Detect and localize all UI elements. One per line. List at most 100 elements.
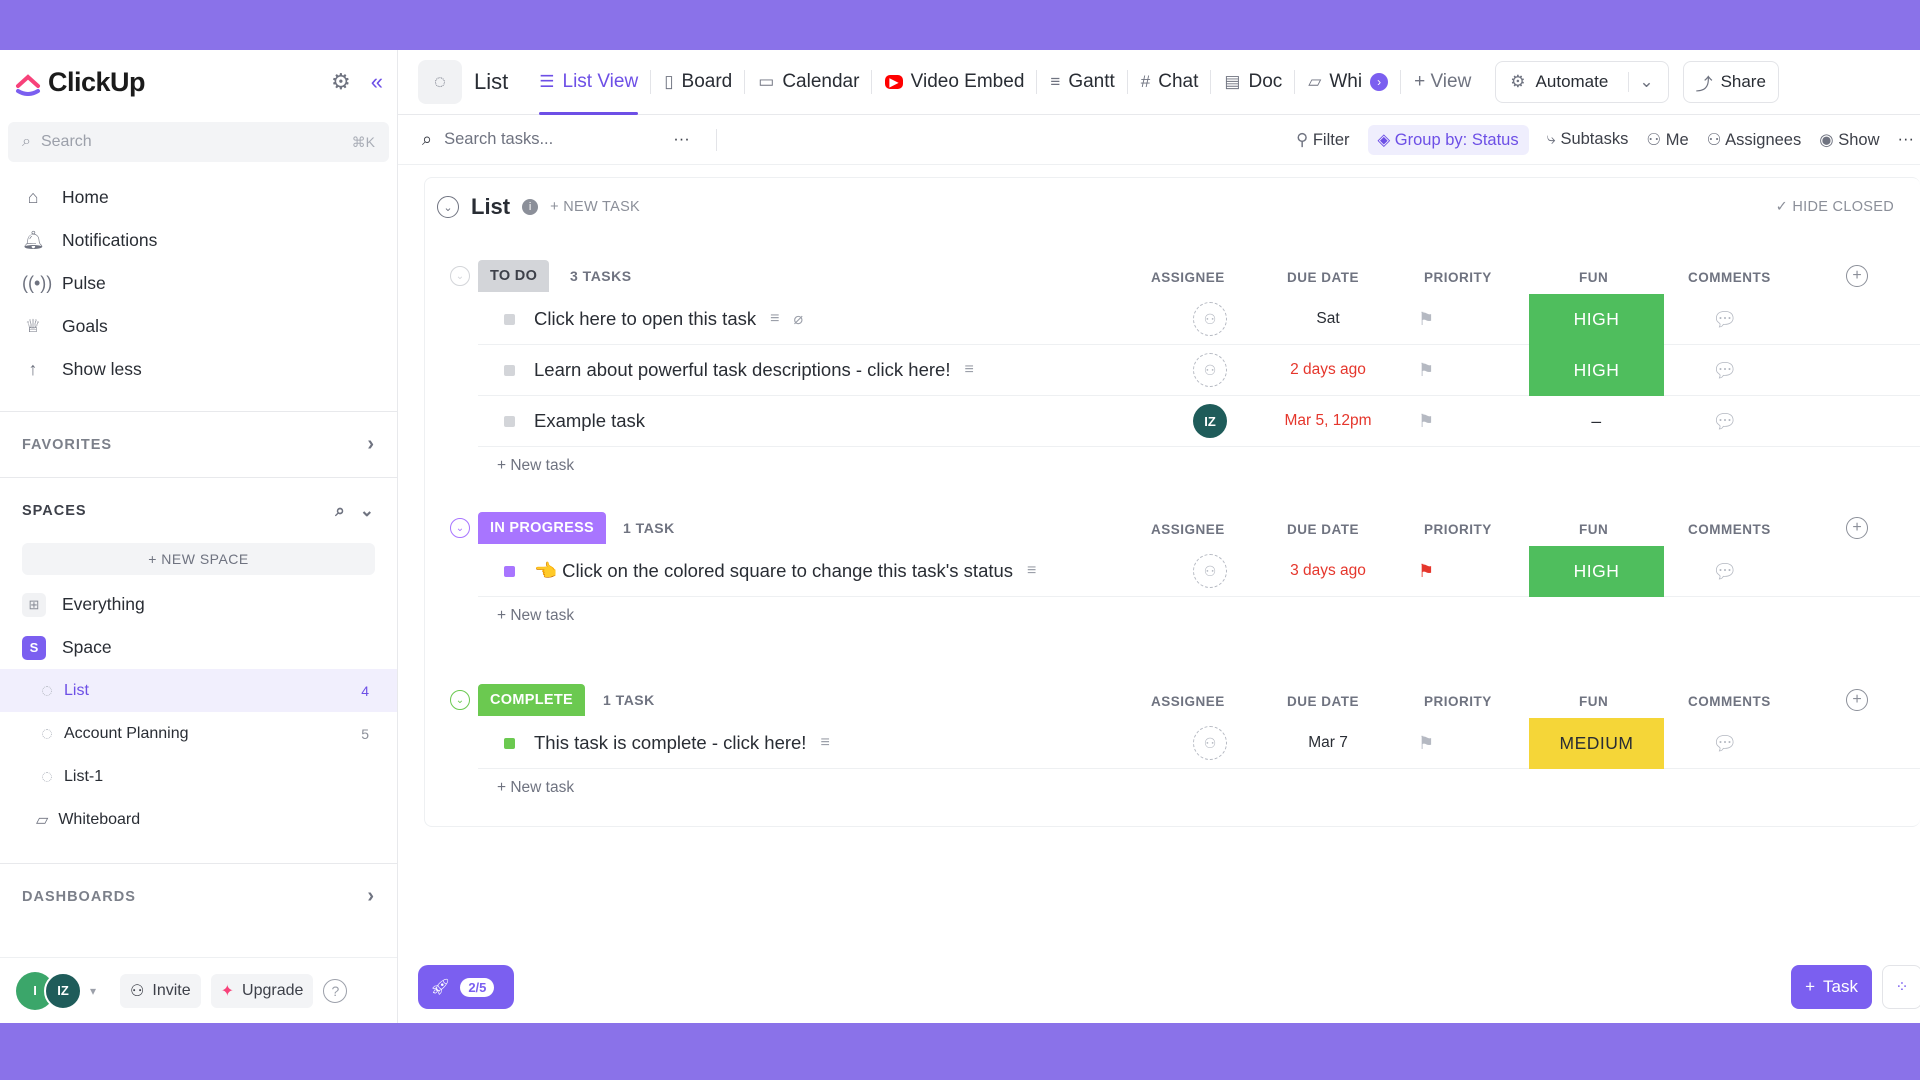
sidebar-search[interactable]: ⌕ Search ⌘K (8, 122, 389, 162)
table-row[interactable]: 👈 Click on the colored square to change … (478, 545, 1920, 597)
due-date[interactable]: 3 days ago (1268, 562, 1388, 580)
fun-field[interactable]: HIGH (1529, 545, 1664, 597)
fun-field[interactable]: MEDIUM (1529, 717, 1664, 769)
table-row[interactable]: Click here to open this task ≡ ⌀ ⚇ Sat ⚑ H… (478, 293, 1920, 345)
status-square[interactable] (504, 364, 515, 376)
status-badge[interactable]: IN PROGRESS (478, 512, 607, 544)
table-row[interactable]: Example task IZ Mar 5, 12pm ⚑ – 💬︎ (478, 396, 1920, 447)
add-assignee-icon[interactable]: ⚇ (1193, 554, 1227, 588)
add-column-icon[interactable]: + (1846, 517, 1868, 539)
filter-button[interactable]: ⚲ Filter (1296, 130, 1349, 150)
tab-video-embed[interactable]: ▶ Video Embed (872, 50, 1036, 115)
column-priority[interactable]: PRIORITY (1424, 270, 1492, 285)
task-name[interactable]: Example task (534, 410, 645, 432)
add-view-button[interactable]: + View (1401, 50, 1483, 115)
column-comments[interactable]: COMMENTS (1688, 522, 1771, 537)
sidebar-item-account-planning[interactable]: Account Planning 5 (0, 712, 397, 755)
share-button[interactable]: ⤴ Share (1682, 61, 1779, 103)
search-icon[interactable]: ⌕ (335, 501, 346, 521)
tab-gantt[interactable]: ≡ Gantt (1037, 50, 1126, 115)
new-task-row[interactable]: + New task (425, 447, 1920, 485)
collapse-icon[interactable]: ⌄ (437, 196, 459, 218)
column-fun[interactable]: FUN (1579, 270, 1608, 285)
status-square[interactable] (504, 313, 515, 325)
chevron-down-icon[interactable]: ⌄ (1628, 72, 1654, 92)
column-due-date[interactable]: DUE DATE (1287, 522, 1359, 537)
flag-icon[interactable]: ⚑ (1418, 309, 1434, 330)
new-task-row[interactable]: + New task (425, 769, 1920, 807)
collapse-icon[interactable]: ⌄ (450, 690, 470, 710)
flag-icon[interactable]: ⚑ (1418, 411, 1434, 432)
comment-icon[interactable]: 💬︎ (1712, 559, 1737, 584)
chevron-down-icon[interactable]: ⌄ (360, 501, 375, 521)
tab-whiteboard[interactable]: ▱ Whi › (1295, 50, 1400, 115)
nav-notifications[interactable]: 🔔︎ Notifications (0, 219, 397, 262)
new-task-button[interactable]: + NEW TASK (550, 199, 640, 215)
avatar[interactable]: IZ (1193, 404, 1227, 438)
fun-field[interactable]: – (1529, 396, 1664, 447)
assignees-button[interactable]: ⚇ Assignees (1707, 130, 1802, 150)
nav-home[interactable]: ⌂ Home (0, 176, 397, 219)
task-name[interactable]: Learn about powerful task descriptions -… (534, 359, 950, 381)
due-date[interactable]: Mar 7 (1268, 734, 1388, 752)
column-comments[interactable]: COMMENTS (1688, 694, 1771, 709)
column-due-date[interactable]: DUE DATE (1287, 270, 1359, 285)
sidebar-item-everything[interactable]: ⊞ Everything (0, 583, 397, 626)
more-tabs-icon[interactable]: › (1370, 73, 1389, 91)
dashboards-section[interactable]: DASHBOARDS › (0, 863, 397, 929)
column-priority[interactable]: PRIORITY (1424, 694, 1492, 709)
collapse-sidebar-icon[interactable]: « (371, 69, 383, 95)
tab-doc[interactable]: ▤ Doc (1211, 50, 1294, 115)
comment-icon[interactable]: 💬︎ (1712, 409, 1737, 434)
status-badge[interactable]: COMPLETE (478, 684, 585, 716)
tab-board[interactable]: ▯ Board (651, 50, 744, 115)
comment-icon[interactable]: 💬︎ (1712, 358, 1737, 383)
invite-button[interactable]: ⚇ Invite (120, 973, 201, 1008)
column-assignee[interactable]: ASSIGNEE (1151, 522, 1225, 537)
column-comments[interactable]: COMMENTS (1688, 270, 1771, 285)
upgrade-button[interactable]: ✦ Upgrade (210, 973, 314, 1008)
me-button[interactable]: ⚇ Me (1646, 130, 1688, 150)
list-header[interactable]: ◌ List (418, 60, 508, 104)
status-square[interactable] (504, 737, 515, 749)
fun-field[interactable]: HIGH (1529, 293, 1664, 345)
sidebar-item-list[interactable]: List 4 (0, 669, 397, 712)
status-square[interactable] (504, 565, 515, 577)
column-due-date[interactable]: DUE DATE (1287, 694, 1359, 709)
sidebar-item-space[interactable]: S Space (0, 626, 397, 669)
show-button[interactable]: ◉ Show (1819, 130, 1879, 150)
hide-closed-button[interactable]: ✓ HIDE CLOSED (1776, 199, 1894, 215)
nav-pulse[interactable]: ((•)) Pulse (0, 262, 397, 305)
onboarding-progress-button[interactable]: 🚀︎ 2/5 (418, 965, 514, 1009)
add-task-button[interactable]: + Task (1791, 965, 1872, 1009)
add-column-icon[interactable]: + (1846, 265, 1868, 287)
tab-chat[interactable]: # Chat (1128, 50, 1211, 115)
fun-field[interactable]: HIGH (1529, 344, 1664, 396)
status-square[interactable] (504, 415, 515, 427)
task-name[interactable]: 👈 Click on the colored square to change … (534, 560, 1013, 582)
new-space-button[interactable]: + NEW SPACE (22, 543, 375, 575)
gear-icon[interactable]: ⚙ (331, 69, 351, 95)
tab-list-view[interactable]: ☰ List View (526, 50, 650, 115)
collapse-icon[interactable]: ⌄ (450, 518, 470, 538)
task-name[interactable]: Click here to open this task (534, 308, 756, 330)
table-row[interactable]: Learn about powerful task descriptions -… (478, 344, 1920, 396)
column-priority[interactable]: PRIORITY (1424, 522, 1492, 537)
task-search-input[interactable]: Search tasks... (444, 130, 553, 149)
favorites-section[interactable]: FAVORITES › (0, 411, 397, 477)
column-assignee[interactable]: ASSIGNEE (1151, 270, 1225, 285)
help-icon[interactable]: ? (323, 978, 348, 1003)
column-fun[interactable]: FUN (1579, 522, 1608, 537)
add-assignee-icon[interactable]: ⚇ (1193, 302, 1227, 336)
sidebar-item-whiteboard[interactable]: ▱ Whiteboard (0, 798, 397, 841)
flag-icon[interactable]: ⚑ (1418, 561, 1434, 582)
column-fun[interactable]: FUN (1579, 694, 1608, 709)
due-date[interactable]: Sat (1268, 310, 1388, 328)
nav-goals[interactable]: ♕ Goals (0, 305, 397, 348)
due-date[interactable]: 2 days ago (1268, 361, 1388, 379)
task-name[interactable]: This task is complete - click here! (534, 732, 806, 754)
info-icon[interactable]: i (522, 199, 539, 215)
table-row[interactable]: This task is complete - click here! ≡ ⚇ M… (478, 717, 1920, 769)
automate-button[interactable]: ⚙ Automate ⌄ (1495, 61, 1669, 103)
new-task-row[interactable]: + New task (425, 597, 1920, 635)
